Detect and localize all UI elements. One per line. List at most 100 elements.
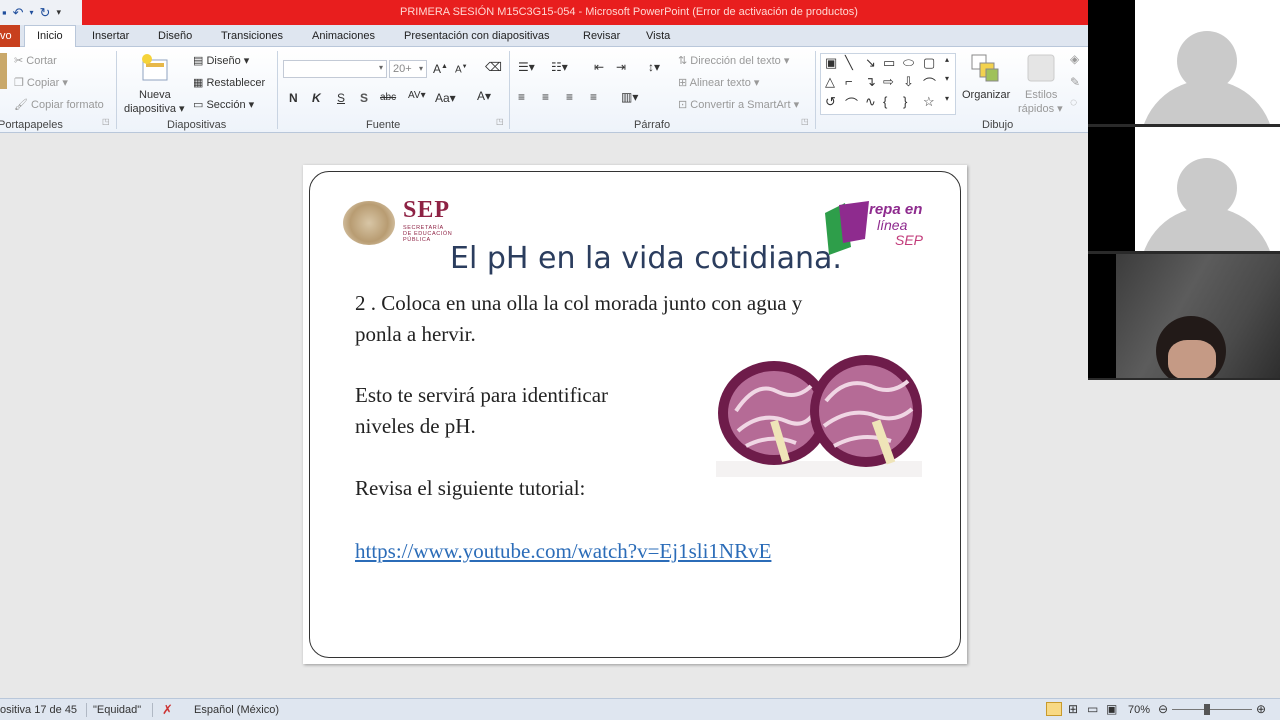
spellcheck-icon[interactable]: ✗ [162,702,173,718]
gallery-more-icon[interactable]: ▾ [945,94,949,103]
section-button[interactable]: ▭ Sección ▾ [193,98,254,111]
left-brace-shape-icon[interactable]: { [883,94,887,109]
font-family-select[interactable]: ▾ [283,60,387,78]
participant-tile[interactable] [1088,127,1280,251]
freeform-shape-icon[interactable]: ⌒ [923,74,936,93]
zoom-slider[interactable] [1172,709,1252,710]
bullets-icon[interactable]: ☰▾ [518,60,535,74]
redo-icon[interactable]: ↻ [40,5,51,21]
format-painter-button[interactable]: 🖌 Copiar formato [14,98,104,111]
arrange-icon[interactable] [970,53,1002,88]
save-icon[interactable]: ▪ [2,5,7,20]
slide-canvas[interactable]: SEP SECRETARÍA DE EDUCACIÓN PÚBLICA repa… [303,165,967,664]
tab-revisar[interactable]: Revisar [583,30,620,42]
zoom-in-icon[interactable]: ⊕ [1256,702,1266,716]
shape-fill-icon[interactable]: ◈ [1070,52,1079,66]
quick-styles-icon[interactable] [1026,53,1056,86]
clear-format-icon[interactable]: ⌫ [485,60,502,74]
new-slide-label-2[interactable]: diapositiva ▾ [124,102,185,115]
arrow-line-shape-icon[interactable]: ↘ [865,55,876,71]
cut-button[interactable]: ✂ Cortar [14,54,57,67]
line-shape-icon[interactable]: ╲ [845,55,853,71]
grow-font-icon[interactable]: A▲ [433,62,448,76]
right-brace-shape-icon[interactable]: } [903,94,907,109]
shrink-font-icon[interactable]: A▼ [455,64,468,75]
language[interactable]: Español (México) [194,704,279,716]
tab-file[interactable]: vo [0,25,20,47]
text-direction-button[interactable]: ⇅ Dirección del texto ▾ [678,54,789,67]
tab-transiciones[interactable]: Transiciones [221,30,283,42]
zoom-level[interactable]: 70% [1128,704,1150,716]
undo-icon[interactable]: ↶ [13,5,24,21]
align-right-icon[interactable]: ≡ [566,90,573,104]
justify-icon[interactable]: ≡ [590,90,597,104]
theme-name[interactable]: "Equidad" [93,704,141,716]
columns-icon[interactable]: ▥▾ [621,90,638,104]
font-size-select[interactable]: 20+ ▾ [389,60,427,78]
customize-qat-icon[interactable]: ▾ [56,7,61,18]
shadow-button[interactable]: S [360,91,368,105]
font-color-icon[interactable]: A▾ [477,89,491,103]
line-spacing-icon[interactable]: ↕▾ [648,60,660,74]
increase-indent-icon[interactable]: ⇥ [616,60,626,74]
tutorial-link[interactable]: https://www.youtube.com/watch?v=Ej1sli1N… [355,539,771,564]
italic-button[interactable]: K [312,91,321,105]
zoom-out-icon[interactable]: ⊖ [1158,702,1168,716]
zoom-slider-thumb[interactable] [1204,704,1210,715]
textbox-shape-icon[interactable]: ▣ [825,55,837,71]
numbering-icon[interactable]: ☷▾ [551,60,568,74]
font-launcher-icon[interactable]: ◳ [496,117,504,126]
decrease-indent-icon[interactable]: ⇤ [594,60,604,74]
align-text-button[interactable]: ⊞ Alinear texto ▾ [678,76,759,89]
normal-view-icon[interactable] [1046,702,1062,716]
triangle-shape-icon[interactable]: △ [825,74,835,90]
curve-shape-icon[interactable]: ⌒ [845,94,858,113]
char-spacing-icon[interactable]: AV▾ [408,90,426,101]
rounded-rect-shape-icon[interactable]: ▢ [923,55,935,71]
paste-icon[interactable] [0,51,8,94]
oval-shape-icon[interactable]: ⬭ [903,55,914,71]
quick-styles-label-1[interactable]: Estilos [1025,89,1057,101]
reset-button[interactable]: ▦ Restablecer [193,76,265,89]
tab-inicio[interactable]: Inicio [37,30,63,42]
clipboard-launcher-icon[interactable]: ◳ [102,117,110,126]
step-text[interactable]: 2 . Coloca en una olla la col morada jun… [355,288,802,350]
undo-dropdown-icon[interactable]: ▾ [30,8,34,17]
align-center-icon[interactable]: ≡ [542,90,549,104]
smartart-button[interactable]: ⊡ Convertir a SmartArt ▾ [678,98,799,111]
reading-view-icon[interactable]: ▭ [1087,702,1098,716]
tab-animaciones[interactable]: Animaciones [312,30,375,42]
shape-outline-icon[interactable]: ✎ [1070,75,1080,89]
gallery-scroll-down-icon[interactable]: ▾ [945,74,949,83]
slide-title[interactable]: El pH en la vida cotidiana. [303,241,967,276]
tab-presentacion[interactable]: Presentación con diapositivas [404,30,550,42]
copy-button[interactable]: ❐ Copiar ▾ [14,76,68,89]
change-case-icon[interactable]: Aa▾ [435,91,456,105]
right-arrow-shape-icon[interactable]: ⇨ [883,74,894,90]
participant-tile[interactable] [1088,0,1280,124]
arc-shape-icon[interactable]: ↺ [825,94,836,110]
new-slide-label-1[interactable]: Nueva [139,89,171,101]
gallery-scroll-up-icon[interactable]: ▴ [945,55,949,64]
tab-insertar[interactable]: Insertar [92,30,129,42]
note-text[interactable]: Esto te servirá para identificar niveles… [355,380,608,442]
paragraph-launcher-icon[interactable]: ◳ [801,117,809,126]
align-left-icon[interactable]: ≡ [518,90,525,104]
bold-button[interactable]: N [289,91,298,105]
tutorial-text[interactable]: Revisa el siguiente tutorial: [355,473,585,504]
elbow-connector-shape-icon[interactable]: ⌐ [845,74,853,89]
star-shape-icon[interactable]: ☆ [923,94,935,110]
layout-button[interactable]: ▤ Diseño ▾ [193,54,249,67]
wave-shape-icon[interactable]: ∿ [865,94,876,110]
shape-effects-icon[interactable]: ◌ [1070,95,1077,109]
slideshow-icon[interactable]: ▣ [1106,702,1117,716]
down-arrow-shape-icon[interactable]: ⇩ [903,74,914,90]
participant-tile-camera[interactable] [1088,254,1280,378]
tab-diseno[interactable]: Diseño [158,30,192,42]
shapes-gallery[interactable]: ▣ ╲ ↘ ▭ ⬭ ▢ △ ⌐ ↴ ⇨ ⇩ ⌒ ↺ ⌒ ∿ { } ☆ ▴ ▾ … [820,53,956,115]
rectangle-shape-icon[interactable]: ▭ [883,55,895,71]
tab-vista[interactable]: Vista [646,30,670,42]
new-slide-icon[interactable] [139,52,171,87]
arrange-button[interactable]: Organizar [962,89,1010,101]
quick-styles-label-2[interactable]: rápidos ▾ [1018,102,1063,115]
